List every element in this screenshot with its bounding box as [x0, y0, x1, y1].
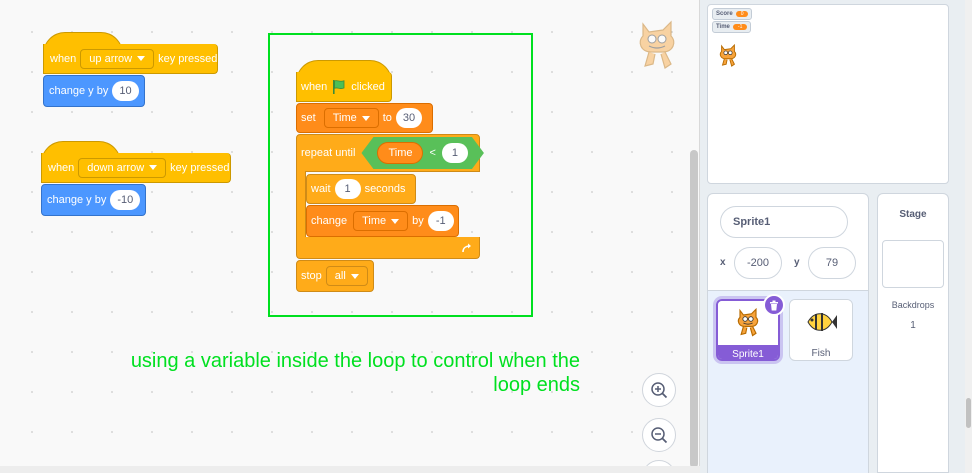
sprite-cat-icon[interactable]	[717, 43, 739, 69]
monitor-value: -1	[732, 24, 748, 30]
annotation-caption: using a variable inside the loop to cont…	[70, 349, 580, 397]
zoom-out-button[interactable]	[642, 418, 676, 452]
when-key-pressed-block[interactable]: when up arrow key pressed	[43, 44, 218, 74]
x-position-field[interactable]: -200	[734, 247, 782, 279]
sprite-label: Fish	[811, 347, 831, 359]
zoom-out-icon	[651, 427, 668, 444]
block-label: key pressed	[170, 161, 230, 174]
monitor-label: Time	[716, 24, 730, 30]
change-y-block[interactable]: change y by 10	[43, 75, 145, 107]
y-position-field[interactable]: 79	[808, 247, 856, 279]
y-label: y	[794, 257, 800, 268]
key-dropdown[interactable]: down arrow	[78, 157, 167, 178]
page-scrollbar[interactable]	[965, 0, 972, 473]
stage-selector-panel[interactable]: Stage Backdrops 1	[877, 193, 949, 473]
zoom-in-icon	[651, 382, 668, 399]
stage-thumbnail[interactable]	[882, 240, 944, 288]
dropdown-value: down arrow	[87, 161, 145, 174]
sprite-thumbnail	[790, 300, 852, 344]
highlight-box	[268, 33, 533, 317]
zoom-in-button[interactable]	[642, 373, 676, 407]
caption-line: loop ends	[493, 374, 580, 396]
change-y-block[interactable]: change y by -10	[41, 184, 146, 216]
scratch-editor: when up arrow key pressed change y by 10…	[0, 0, 972, 473]
sprite-watermark-icon	[639, 20, 675, 69]
sprite-label: Sprite1	[718, 345, 778, 359]
sprite-name-field[interactable]: Sprite1	[720, 206, 848, 238]
monitor-label: Score	[716, 11, 733, 17]
sprite-list: Sprite1 Fish	[708, 290, 868, 473]
delete-sprite-button[interactable]	[763, 294, 785, 316]
when-key-pressed-block[interactable]: when down arrow key pressed	[41, 153, 231, 183]
stage-title: Stage	[899, 209, 927, 220]
sprite-info-panel: Sprite1 x -200 y 79 Sprite1 Fish	[707, 193, 869, 473]
vertical-scrollbar[interactable]	[690, 150, 698, 468]
backdrops-count: 1	[910, 320, 916, 331]
variable-monitor-time[interactable]: Time -1	[712, 21, 752, 33]
chevron-down-icon	[149, 165, 158, 170]
variable-monitor-score[interactable]: Score 0	[712, 8, 753, 20]
block-label: change y by	[49, 85, 109, 97]
cat-sprite-icon	[737, 307, 759, 337]
number-input[interactable]: -10	[110, 190, 141, 210]
scrollbar-thumb[interactable]	[966, 398, 971, 428]
backdrops-label: Backdrops	[891, 300, 935, 310]
fish-sprite-icon	[807, 313, 837, 331]
block-label: key pressed	[158, 52, 218, 65]
block-label: change y by	[47, 194, 107, 206]
key-dropdown[interactable]: up arrow	[80, 48, 155, 69]
stage-canvas[interactable]: Score 0 Time -1	[707, 4, 949, 184]
number-input[interactable]: 10	[112, 81, 139, 101]
chevron-down-icon	[137, 56, 146, 61]
block-label: when	[48, 161, 75, 174]
block-label: when	[50, 52, 77, 65]
horizontal-scrollbar[interactable]	[0, 466, 700, 473]
x-label: x	[720, 257, 726, 268]
sprite-tile-fish[interactable]: Fish	[789, 299, 853, 361]
dropdown-value: up arrow	[89, 52, 133, 65]
trash-icon	[770, 300, 778, 310]
code-area[interactable]: when up arrow key pressed change y by 10…	[0, 0, 700, 473]
caption-line: using a variable inside the loop to cont…	[130, 350, 580, 372]
monitor-value: 0	[735, 11, 749, 17]
